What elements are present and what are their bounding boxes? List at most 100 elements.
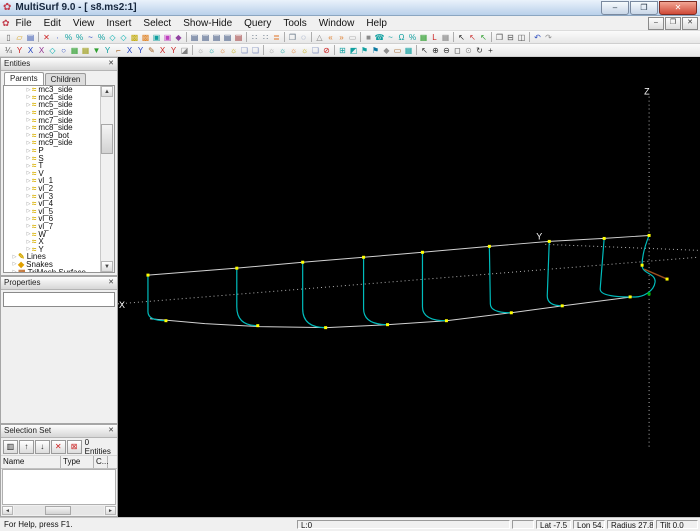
zoom-in-icon[interactable]: ⊕ (430, 45, 441, 56)
expander-icon[interactable]: ▷ (12, 269, 17, 272)
show-children-icon[interactable]: ❏ (250, 45, 261, 56)
expander-icon[interactable]: ▷ (26, 140, 31, 146)
expander-icon[interactable]: ▷ (26, 246, 31, 252)
polygon-icon[interactable]: ○ (58, 45, 69, 56)
grid-olive-icon[interactable]: ▦ (80, 45, 91, 56)
undo-icon[interactable]: ↶ (532, 32, 543, 43)
remove-button[interactable]: ✕ (50, 439, 66, 454)
view-wireframe-icon[interactable]: ▤ (189, 32, 200, 43)
maximize-button[interactable]: ❐ (630, 0, 658, 15)
display-shade-icon[interactable]: ◩ (348, 45, 359, 56)
divisions-icon[interactable]: ∷ (249, 32, 260, 43)
select-view-icon[interactable]: ↖ (419, 45, 430, 56)
diamond-gray-icon[interactable]: ◆ (381, 45, 392, 56)
tab-children[interactable]: Children (44, 73, 87, 85)
tree-item-vl_7[interactable]: ▷ ≈ vl_7 (4, 222, 101, 231)
clear-button[interactable]: ⊠ (66, 439, 82, 454)
solid-icon[interactable]: ◆ (173, 32, 184, 43)
columns-button[interactable]: ▥ (3, 439, 18, 454)
ruled-surface-icon[interactable]: ▩ (140, 32, 151, 43)
tree-group-trimesh-surface[interactable]: ▷▦TriMesh Surface (4, 268, 101, 272)
column-header-type[interactable]: Type (61, 456, 94, 468)
view-profile-icon[interactable]: ▤ (222, 32, 233, 43)
tile-horizontal-icon[interactable]: ⊟ (505, 32, 516, 43)
grid-green-icon[interactable]: ▦ (69, 45, 80, 56)
control-point[interactable] (362, 255, 366, 259)
expander-icon[interactable]: ▷ (26, 216, 31, 222)
revolution-surface-icon[interactable]: ▣ (162, 32, 173, 43)
scroll-right-icon[interactable]: ► (105, 506, 116, 515)
hide-selected-icon[interactable]: ☼ (217, 45, 228, 56)
menu-window[interactable]: Window (313, 17, 361, 30)
copy-image-icon[interactable]: ❐ (287, 32, 298, 43)
mirror-y-icon[interactable]: Y (14, 45, 25, 56)
flag-icon[interactable]: ⚑ (359, 45, 370, 56)
control-point[interactable] (628, 295, 632, 299)
expander-icon[interactable]: ▷ (26, 223, 31, 229)
expander-icon[interactable]: ▷ (12, 254, 17, 260)
solid-tool-icon[interactable]: ■ (363, 32, 374, 43)
expander-icon[interactable]: ▷ (26, 87, 31, 93)
corner-icon[interactable]: ⌐ (113, 45, 124, 56)
menu-tools[interactable]: Tools (277, 17, 312, 30)
save-icon[interactable]: ▤ (25, 32, 36, 43)
line-icon[interactable]: ~ (85, 32, 96, 43)
hscroll-thumb[interactable] (44, 506, 71, 515)
sheet-icon[interactable]: ◪ (179, 45, 190, 56)
edit-mask-icon[interactable]: ¼ (3, 45, 14, 56)
curve-icon[interactable]: % (96, 32, 107, 43)
diamond-cyan-icon[interactable]: ◇ (47, 45, 58, 56)
weight-icon[interactable]: % (407, 32, 418, 43)
control-point[interactable] (487, 244, 491, 248)
control-point[interactable] (420, 250, 424, 254)
menu-edit[interactable]: Edit (38, 17, 67, 30)
mdi-close-button[interactable]: ✕ (682, 16, 698, 30)
select-point-icon[interactable]: ↖ (467, 32, 478, 43)
tree-item-X[interactable]: ▷ ≈ X (4, 237, 101, 246)
menu-query[interactable]: Query (238, 17, 277, 30)
show-selected-icon[interactable]: ☼ (206, 45, 217, 56)
expander-icon[interactable]: ▷ (26, 201, 31, 207)
menu-view[interactable]: View (67, 17, 101, 30)
expander-icon[interactable]: ▷ (26, 148, 31, 154)
expander-icon[interactable]: ▷ (26, 132, 31, 138)
resolution-icon[interactable]: ≣ (271, 32, 282, 43)
menu-select[interactable]: Select (137, 17, 177, 30)
tree-item-S[interactable]: ▷ ≈ S (4, 154, 101, 163)
show-all-2-icon[interactable]: ☼ (299, 45, 310, 56)
expander-icon[interactable]: ▷ (26, 239, 31, 245)
ring-icon[interactable]: % (74, 32, 85, 43)
expander-icon[interactable]: ▷ (12, 261, 17, 267)
show-pair-icon[interactable]: ❏ (310, 45, 321, 56)
cascade-windows-icon[interactable]: ❐ (494, 32, 505, 43)
name-tag-icon[interactable]: ▭ (392, 45, 403, 56)
snake-icon[interactable]: ◇ (107, 32, 118, 43)
close-icon[interactable]: ✕ (108, 425, 114, 437)
tree-item-P[interactable]: ▷ ≈ P (4, 146, 101, 155)
column-header-c[interactable]: C... (94, 456, 108, 468)
green-control-point[interactable] (647, 292, 651, 296)
hide-all-icon[interactable]: ☼ (195, 45, 206, 56)
expander-icon[interactable]: ▷ (26, 186, 31, 192)
zoom-window-icon[interactable]: ◻ (452, 45, 463, 56)
control-point[interactable] (386, 323, 390, 327)
scroll-down-icon[interactable]: ▼ (101, 261, 113, 272)
drag-icon[interactable]: ▼ (91, 45, 102, 56)
stretch-x-icon[interactable]: X (157, 45, 168, 56)
show-parents-icon[interactable]: ❏ (239, 45, 250, 56)
close-icon[interactable]: ✕ (108, 58, 114, 70)
expander-icon[interactable]: ▷ (26, 178, 31, 184)
view-shaded-icon[interactable]: ▤ (200, 32, 211, 43)
zoom-out-icon[interactable]: ⊖ (441, 45, 452, 56)
3d-viewport[interactable]: Z X Y (118, 57, 700, 517)
mirror-xy-icon[interactable]: X (36, 45, 47, 56)
measure-icon[interactable]: △ (314, 32, 325, 43)
contact-icon[interactable]: ☎ (374, 32, 385, 43)
control-point[interactable] (444, 319, 448, 323)
menu-insert[interactable]: Insert (100, 17, 137, 30)
control-point[interactable] (146, 273, 150, 277)
lofted-surface-icon[interactable]: ▣ (151, 32, 162, 43)
tree-item-mc9_side[interactable]: ▷ ≈ mc9_side (4, 138, 101, 147)
bead-icon[interactable]: % (63, 32, 74, 43)
control-point[interactable] (164, 319, 168, 323)
